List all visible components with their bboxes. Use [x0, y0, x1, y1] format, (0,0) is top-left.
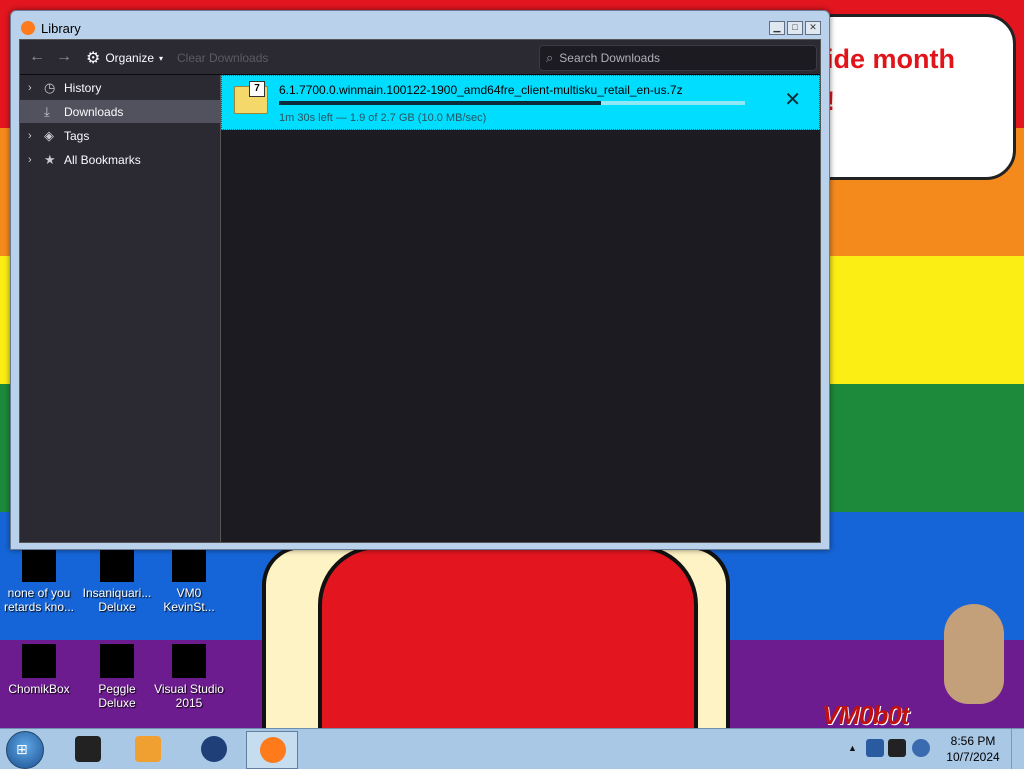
chevron-right-icon[interactable]: ›: [28, 154, 40, 166]
clock-time: 8:56 PM: [950, 734, 996, 748]
window-titlebar[interactable]: Library ▁ □ ✕: [11, 11, 829, 39]
download-status: 1m 30s left — 1.9 of 2.7 GB (10.0 MB/sec…: [279, 112, 487, 124]
taskbar-clock[interactable]: 8:56 PM 10/7/2024: [936, 733, 1010, 765]
sidebar-item-label: History: [64, 80, 102, 95]
download-progress-fill: [279, 101, 601, 105]
firefox-icon: [21, 21, 35, 35]
firefox-icon: [260, 737, 286, 763]
desktop-icon-label: VM0 KevinSt...: [163, 586, 215, 614]
download-icon: ⤓: [44, 103, 50, 119]
desktop-icon-file[interactable]: none of you retards kno...: [0, 548, 78, 614]
clear-downloads-button[interactable]: Clear Downloads: [177, 51, 268, 65]
download-item[interactable]: 7 6.1.7700.0.winmain.100122-1900_amd64fr…: [221, 75, 820, 130]
organize-label: Organize: [105, 51, 155, 65]
shortcut-icon: [172, 548, 206, 582]
desktop-icon-chomikbox[interactable]: ChomikBox: [0, 644, 78, 696]
forward-arrow-icon[interactable]: →: [56, 48, 72, 66]
speech-bubble-text: ide month: [826, 44, 955, 74]
library-client: ← → ⚙ Organize ▾ Clear Downloads ⌕ › ◷ H…: [19, 39, 821, 543]
insaniquarium-icon: [100, 548, 134, 582]
sidebar-item-label: Downloads: [64, 104, 124, 119]
sidebar-item-all-bookmarks[interactable]: › ★ All Bookmarks: [20, 148, 220, 171]
network-icon[interactable]: [888, 739, 906, 757]
desktop-icon-visual-studio[interactable]: Visual Studio 2015: [150, 644, 228, 710]
sidebar-item-tags[interactable]: › ◈ Tags: [20, 124, 220, 147]
history-icon: ◷: [44, 79, 56, 95]
downloads-list: 7 6.1.7700.0.winmain.100122-1900_amd64fr…: [221, 75, 820, 542]
media-player-icon: [135, 736, 161, 762]
desktop-icon-label: ChomikBox: [8, 682, 70, 696]
chevron-down-icon: ▾: [159, 53, 164, 63]
chomikbox-icon: [22, 644, 56, 678]
minimize-button[interactable]: ▁: [769, 21, 785, 35]
windows-logo-icon: ⊞: [16, 741, 28, 757]
taskbar-app-media-player[interactable]: [122, 731, 172, 767]
sidebar-item-label: All Bookmarks: [64, 152, 141, 167]
library-window: Library ▁ □ ✕ ← → ⚙ Organize ▾ Clear Dow…: [10, 10, 830, 550]
sidebar-item-downloads[interactable]: ⤓ Downloads: [20, 100, 220, 123]
desktop-icon-label: Visual Studio 2015: [154, 682, 224, 710]
explorer-icon: [75, 736, 101, 762]
close-button[interactable]: ✕: [805, 21, 821, 35]
peggle-icon: [100, 644, 134, 678]
visual-studio-icon: [172, 644, 206, 678]
tray-expand-icon[interactable]: ▲: [848, 743, 857, 753]
sidebar-item-history[interactable]: › ◷ History: [20, 76, 220, 99]
desktop-icon-vm0[interactable]: VM0 KevinSt...: [150, 548, 228, 614]
globe-icon: [201, 736, 227, 762]
show-desktop-button[interactable]: [1011, 729, 1024, 769]
tray-app-icon[interactable]: [866, 739, 884, 757]
archive-file-icon: 7: [234, 81, 268, 114]
maximize-button[interactable]: □: [787, 21, 803, 35]
chevron-right-icon[interactable]: ›: [28, 130, 40, 142]
system-tray: ▲ 8:56 PM 10/7/2024: [842, 729, 1024, 769]
sidebar-item-label: Tags: [64, 128, 90, 143]
tag-icon: ◈: [44, 127, 54, 143]
volume-icon[interactable]: [912, 739, 930, 757]
library-sidebar: › ◷ History ⤓ Downloads › ◈ Tags › ★ All…: [20, 75, 221, 542]
cartoon-shirt: [318, 545, 698, 739]
desktop-icon-insaniquarium[interactable]: Insaniquari... Deluxe: [78, 548, 156, 614]
taskbar: ⊞ ▲ 8:56 PM 10/7/2024: [0, 728, 1024, 769]
search-icon: ⌕: [546, 50, 554, 65]
search-box[interactable]: ⌕: [539, 45, 817, 71]
download-filename: 6.1.7700.0.winmain.100122-1900_amd64fre_…: [279, 83, 683, 97]
back-arrow-icon[interactable]: ←: [29, 48, 45, 66]
download-progress-bar: [279, 101, 745, 105]
desktop-icon-peggle[interactable]: Peggle Deluxe: [78, 644, 156, 710]
star-icon: ★: [44, 151, 56, 167]
cancel-download-button[interactable]: ✕: [784, 90, 801, 110]
gear-icon: ⚙: [86, 50, 101, 67]
file-icon: [22, 548, 56, 582]
taskbar-app-firefox[interactable]: [246, 731, 298, 769]
organize-menu-button[interactable]: ⚙ Organize ▾: [86, 48, 163, 68]
desktop-icon-label: Peggle Deluxe: [98, 682, 136, 710]
desktop-icon-label: Insaniquari... Deluxe: [82, 586, 152, 614]
hamster-image: [944, 604, 1004, 704]
taskbar-app-globe[interactable]: [188, 731, 238, 767]
desktop-icon-label: none of you retards kno...: [3, 586, 75, 614]
clock-date: 10/7/2024: [946, 750, 1000, 764]
library-toolbar: ← → ⚙ Organize ▾ Clear Downloads ⌕: [20, 40, 820, 75]
chevron-right-icon[interactable]: ›: [28, 82, 40, 94]
window-title: Library: [41, 21, 81, 36]
search-input[interactable]: [557, 50, 802, 66]
watermark-text: VM0b0t: [822, 700, 909, 730]
taskbar-app-explorer[interactable]: [62, 731, 112, 767]
